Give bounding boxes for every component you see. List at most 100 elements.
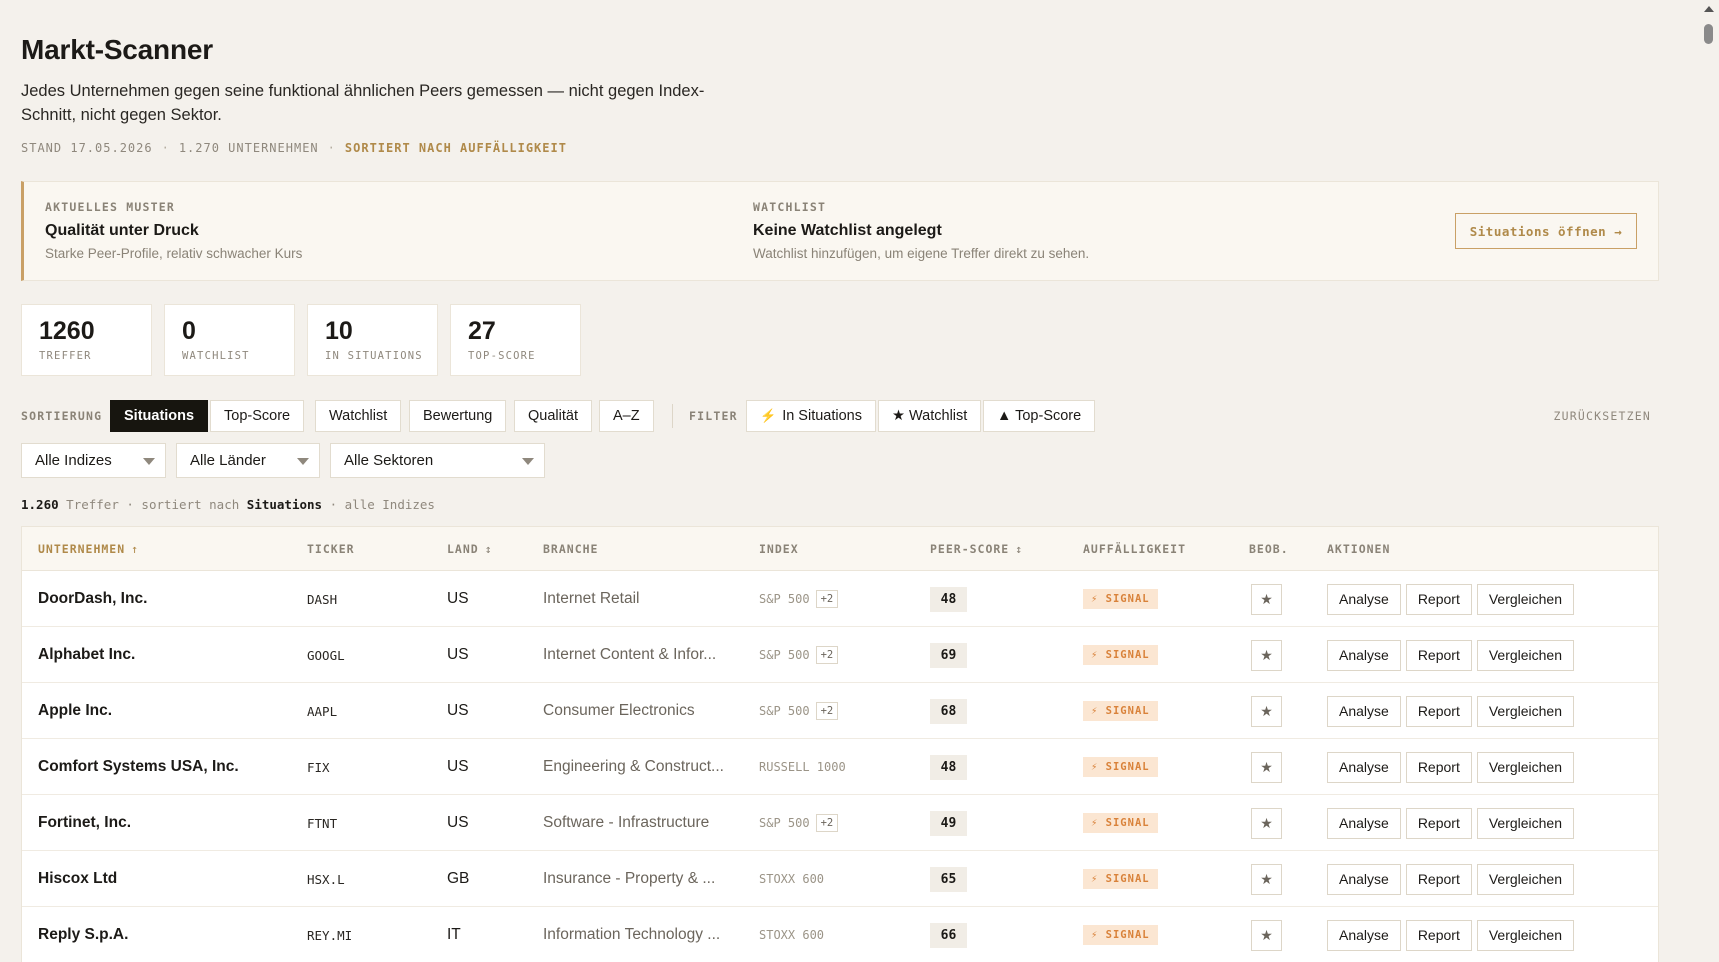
report-button[interactable]: Report <box>1405 807 1472 839</box>
sort-qualitaet[interactable]: Qualität <box>514 400 592 432</box>
stats-row: 1260 TREFFER 0 WATCHLIST 10 IN SITUATIONS 2… <box>21 304 581 376</box>
sort-situations[interactable]: Situations <box>110 400 209 432</box>
table-header: UNTERNEHMEN ↑ TICKER LAND ↕ BRANCHE INDEX … <box>22 527 1658 571</box>
country: US <box>447 646 469 663</box>
results-table: UNTERNEHMEN ↑ TICKER LAND ↕ BRANCHE INDEX … <box>21 526 1659 962</box>
filter-top-score[interactable]: ▲ Top-Score <box>983 400 1096 432</box>
ticker: FIX <box>307 759 330 775</box>
analyse-button[interactable]: Analyse <box>1327 639 1401 671</box>
company-name[interactable]: DoorDash, Inc. <box>38 571 147 627</box>
ticker: FTNT <box>307 815 338 831</box>
pattern-banner: AKTUELLES MUSTER Qualität unter Druck St… <box>21 181 1659 281</box>
report-button[interactable]: Report <box>1405 863 1472 895</box>
toolbar-divider <box>672 404 673 428</box>
company-name[interactable]: Apple Inc. <box>38 683 112 739</box>
bolt-icon: ⚡ <box>760 408 777 423</box>
report-button[interactable]: Report <box>1405 695 1472 727</box>
peer-score: 68 <box>930 683 967 739</box>
bolt-icon: ⚡ <box>1091 705 1099 717</box>
country-select[interactable]: Alle Länder <box>176 443 320 478</box>
compare-button[interactable]: Vergleichen <box>1476 695 1575 727</box>
analyse-button[interactable]: Analyse <box>1327 863 1401 895</box>
star-icon[interactable]: ★ <box>1251 639 1282 671</box>
star-icon[interactable]: ★ <box>1251 919 1282 951</box>
star-icon[interactable]: ★ <box>1251 583 1282 615</box>
current-pattern: AKTUELLES MUSTER Qualität unter Druck St… <box>45 200 303 261</box>
signal-badge: ⚡ SIGNAL <box>1083 795 1158 851</box>
reset-button[interactable]: ZURÜCKSETZEN <box>1554 409 1651 423</box>
table-row: Apple Inc. AAPL US Consumer Electronics S&P … <box>22 683 1658 739</box>
compare-button[interactable]: Vergleichen <box>1476 751 1575 783</box>
bolt-icon: ⚡ <box>1091 761 1099 773</box>
scrollbar-thumb[interactable] <box>1704 24 1713 44</box>
compare-button[interactable]: Vergleichen <box>1476 863 1575 895</box>
compare-button[interactable]: Vergleichen <box>1476 583 1575 615</box>
header-land[interactable]: LAND ↕ <box>447 542 493 556</box>
sort-label: SORTIERUNG <box>21 409 103 423</box>
report-button[interactable]: Report <box>1405 583 1472 615</box>
ticker: HSX.L <box>307 871 345 887</box>
header-peer-score[interactable]: PEER-SCORE ↕ <box>930 542 1023 556</box>
filter-in-situations[interactable]: ⚡ In Situations <box>746 400 876 432</box>
meta-sort: SORTIERT NACH AUFFÄLLIGKEIT <box>344 141 567 155</box>
company-name[interactable]: Reply S.p.A. <box>38 907 128 962</box>
signal-badge: ⚡ SIGNAL <box>1083 571 1158 627</box>
star-icon[interactable]: ★ <box>1251 751 1282 783</box>
table-row: Alphabet Inc. GOOGL US Internet Content & I… <box>22 627 1658 683</box>
scrollbar[interactable] <box>1699 0 1719 962</box>
open-situations-button[interactable]: Situations öffnen → <box>1455 213 1637 249</box>
country: US <box>447 590 469 607</box>
analyse-button[interactable]: Analyse <box>1327 807 1401 839</box>
report-button[interactable]: Report <box>1405 919 1472 951</box>
company-name[interactable]: Alphabet Inc. <box>38 627 135 683</box>
index-more-badge: +2 <box>815 814 839 832</box>
table-body: DoorDash, Inc. DASH US Internet Retail S&P 5… <box>22 571 1658 962</box>
star-icon[interactable]: ★ <box>1251 695 1282 727</box>
compare-button[interactable]: Vergleichen <box>1476 639 1575 671</box>
sector-select[interactable]: Alle Sektoren <box>330 443 545 478</box>
analyse-button[interactable]: Analyse <box>1327 695 1401 727</box>
sort-top-score[interactable]: Top-Score <box>210 400 305 432</box>
star-icon[interactable]: ★ <box>1251 807 1282 839</box>
company-name[interactable]: Hiscox Ltd <box>38 851 117 907</box>
country: US <box>447 814 469 831</box>
report-button[interactable]: Report <box>1405 751 1472 783</box>
compare-button[interactable]: Vergleichen <box>1476 919 1575 951</box>
meta-date: STAND 17.05.2026 <box>21 141 153 155</box>
sort-icon: ↕ <box>484 542 493 556</box>
analyse-button[interactable]: Analyse <box>1327 583 1401 615</box>
filter-watchlist[interactable]: ★ Watchlist <box>878 400 982 432</box>
index: STOXX 600 <box>759 928 825 942</box>
analyse-button[interactable]: Analyse <box>1327 919 1401 951</box>
page-subtitle: Jedes Unternehmen gegen seine funktional… <box>21 82 705 124</box>
header-aktionen: AKTIONEN <box>1327 542 1391 556</box>
signal-badge: ⚡ SIGNAL <box>1083 627 1158 683</box>
star-icon[interactable]: ★ <box>1251 863 1282 895</box>
sort-up-icon: ↑ <box>131 542 140 556</box>
scroll-up-icon[interactable] <box>1704 6 1714 12</box>
signal-badge: ⚡ SIGNAL <box>1083 683 1158 739</box>
header-index: INDEX <box>759 542 799 556</box>
industry: Insurance - Property & ... <box>543 870 716 887</box>
stat-in-situations: 10 IN SITUATIONS <box>307 304 438 376</box>
country: US <box>447 758 469 775</box>
sort-bewertung[interactable]: Bewertung <box>409 400 507 432</box>
analyse-button[interactable]: Analyse <box>1327 751 1401 783</box>
sort-watchlist[interactable]: Watchlist <box>315 400 402 432</box>
peer-score: 48 <box>930 739 967 795</box>
company-name[interactable]: Comfort Systems USA, Inc. <box>38 739 239 795</box>
header-unternehmen[interactable]: UNTERNEHMEN ↑ <box>38 542 139 556</box>
index-select[interactable]: Alle Indizes <box>21 443 166 478</box>
filter-selects: Alle Indizes Alle Länder Alle Sektoren <box>21 443 545 478</box>
compare-button[interactable]: Vergleichen <box>1476 807 1575 839</box>
chevron-down-icon <box>522 458 534 465</box>
stat-watchlist: 0 WATCHLIST <box>164 304 295 376</box>
report-button[interactable]: Report <box>1405 639 1472 671</box>
signal-badge: ⚡ SIGNAL <box>1083 739 1158 795</box>
result-summary: 1.260 Treffer · sortiert nach Situations… <box>21 497 435 512</box>
watchlist-info: WATCHLIST Keine Watchlist angelegt Watch… <box>753 200 1090 261</box>
company-name[interactable]: Fortinet, Inc. <box>38 795 131 851</box>
table-row: Comfort Systems USA, Inc. FIX US Engineerin… <box>22 739 1658 795</box>
country: IT <box>447 926 461 943</box>
sort-a-z[interactable]: A–Z <box>599 400 654 432</box>
